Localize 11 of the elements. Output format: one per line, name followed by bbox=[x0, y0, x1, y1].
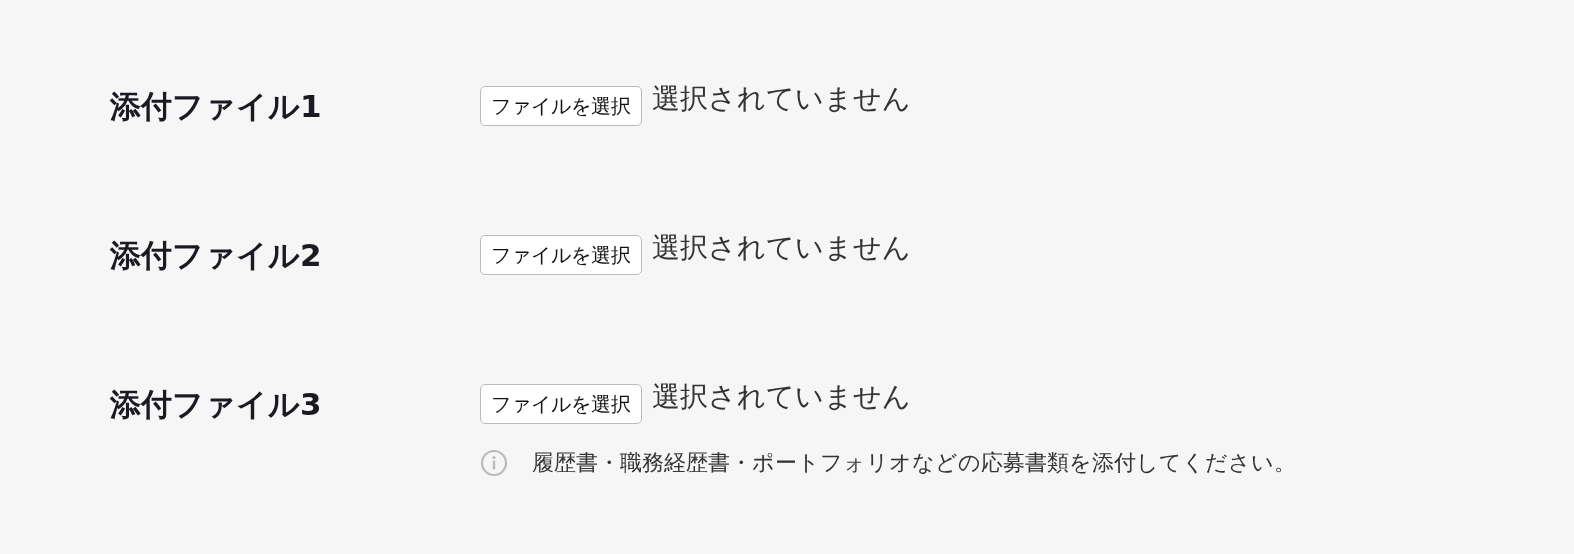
info-icon bbox=[480, 449, 508, 477]
field-label: 添付ファイル1 bbox=[110, 87, 323, 126]
file-status: 選択されていません bbox=[652, 86, 911, 112]
hint-text: 履歴書・職務経歴書・ポートフォリオなどの応募書類を添付してください。 bbox=[532, 449, 1296, 477]
field-label: 添付ファイル3 bbox=[110, 385, 323, 424]
choose-file-button[interactable]: ファイルを選択 bbox=[480, 235, 642, 275]
choose-file-button[interactable]: ファイルを選択 bbox=[480, 86, 642, 126]
choose-file-button[interactable]: ファイルを選択 bbox=[480, 384, 642, 424]
file-status: 選択されていません bbox=[652, 384, 911, 410]
file-status: 選択されていません bbox=[652, 235, 911, 261]
field-label: 添付ファイル2 bbox=[110, 236, 323, 275]
